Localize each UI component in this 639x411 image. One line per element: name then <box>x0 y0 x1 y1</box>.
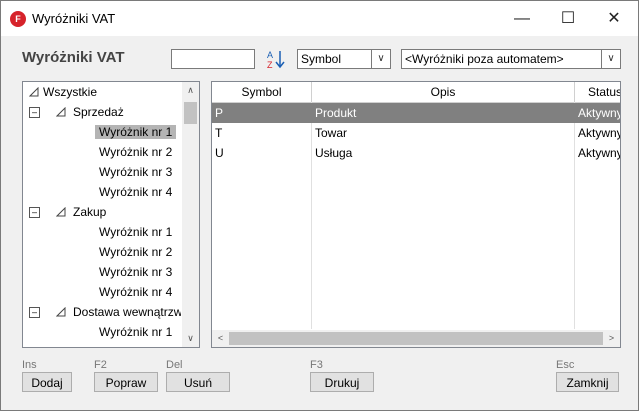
svg-text:Z: Z <box>267 60 273 70</box>
cell-symbol: U <box>215 146 224 160</box>
tree-item-label: Wszystkie <box>43 85 97 99</box>
cell-opis: Towar <box>315 126 348 140</box>
maximize-button[interactable]: ☐ <box>545 1 591 36</box>
tree-group-intra-community[interactable]: – Dostawa wewnątrzwsp <box>29 302 181 322</box>
cell-status: Aktywny <box>578 106 620 120</box>
hotkey-hint-close: Esc <box>556 359 575 371</box>
scroll-left-icon[interactable]: < <box>212 330 229 347</box>
close-button[interactable]: Zamknij <box>556 372 619 392</box>
close-icon: ✕ <box>607 10 621 27</box>
app-logo-icon: F <box>10 11 26 27</box>
svg-text:A: A <box>267 50 273 60</box>
tree-item[interactable]: Wyróżnik nr 1 <box>99 222 172 242</box>
search-input[interactable] <box>171 49 255 69</box>
collapse-icon[interactable]: – <box>29 307 40 318</box>
expanded-triangle-icon[interactable] <box>29 87 39 97</box>
tree-item[interactable]: Wyróżnik nr 2 <box>99 142 172 162</box>
print-button[interactable]: Drukuj <box>310 372 374 392</box>
chevron-down-icon[interactable]: ∨ <box>601 50 620 68</box>
tree-item-label: Wyróżnik nr 1 <box>95 125 177 139</box>
delete-button[interactable]: Usuń <box>166 372 230 392</box>
tree-item-label: Dostawa wewnątrzwsp <box>73 305 181 319</box>
tree-group-purchase[interactable]: – Zakup <box>29 202 189 222</box>
filter-select[interactable]: <Wyróżniki poza automatem> ∨ <box>401 49 621 69</box>
category-tree[interactable]: Wszystkie – Sprzedaż Wyróżnik nr 1 Wyróż… <box>22 81 200 348</box>
tree-item-label: Wyróżnik nr 3 <box>99 165 173 179</box>
minimize-button[interactable]: — <box>499 1 545 36</box>
table-header: Symbol Opis Status <box>212 82 620 103</box>
tree-item[interactable]: Wyróżnik nr 4 <box>99 182 172 202</box>
minimize-icon: — <box>514 10 530 27</box>
sort-az-icon[interactable]: A Z <box>265 48 287 70</box>
window-title: Wyróżniki VAT <box>32 11 116 26</box>
tree-item[interactable]: Wyróżnik nr 3 <box>99 162 172 182</box>
close-window-button[interactable]: ✕ <box>591 1 637 36</box>
cell-status: Aktywny <box>578 146 620 160</box>
expanded-triangle-icon[interactable] <box>56 207 66 217</box>
chevron-down-icon[interactable]: ∨ <box>371 50 390 68</box>
hotkey-hint-add: Ins <box>22 359 37 371</box>
table-row[interactable]: T Towar Aktywny <box>212 123 620 143</box>
collapse-icon[interactable]: – <box>29 107 40 118</box>
column-header-status[interactable]: Status <box>575 82 620 102</box>
cell-opis: Produkt <box>315 106 357 120</box>
expanded-triangle-icon[interactable] <box>56 307 66 317</box>
tree-item-label: Wyróżnik nr 4 <box>99 285 173 299</box>
cell-opis: Usługa <box>315 146 353 160</box>
table-horizontal-scrollbar[interactable]: < > <box>212 330 620 347</box>
add-button[interactable]: Dodaj <box>22 372 72 392</box>
hotkey-hint-edit: F2 <box>94 359 107 371</box>
sort-field-select[interactable]: Symbol ∨ <box>297 49 391 69</box>
tree-item-label: Sprzedaż <box>73 105 124 119</box>
tree-item[interactable]: Wyróżnik nr 1 <box>95 122 177 142</box>
tree-item-label: Zakup <box>73 205 107 219</box>
hotkey-hint-print: F3 <box>310 359 323 371</box>
sort-field-value: Symbol <box>301 52 342 66</box>
column-header-symbol[interactable]: Symbol <box>212 82 312 102</box>
dialog-window: F Wyróżniki VAT — ☐ ✕ Wyróżniki VAT A Z … <box>0 0 639 411</box>
table-row[interactable]: P Produkt Aktywny <box>212 103 620 123</box>
table-row[interactable]: U Usługa Aktywny <box>212 143 620 163</box>
tree-item-label: Wyróżnik nr 1 <box>99 225 173 239</box>
maximize-icon: ☐ <box>560 10 576 27</box>
tree-item-label: Wyróżnik nr 2 <box>99 245 173 259</box>
tree-item[interactable]: Wyróżnik nr 2 <box>99 242 172 262</box>
cell-symbol: T <box>215 126 223 140</box>
cell-status: Aktywny <box>578 126 620 140</box>
tree-item[interactable]: Wyróżnik nr 1 <box>99 322 172 342</box>
title-bar[interactable]: F Wyróżniki VAT — ☐ ✕ <box>1 1 638 36</box>
scroll-up-icon[interactable]: ∧ <box>182 82 199 99</box>
tree-item[interactable]: Wyróżnik nr 3 <box>99 262 172 282</box>
cell-symbol: P <box>215 106 224 120</box>
edit-button[interactable]: Popraw <box>94 372 158 392</box>
filter-value: <Wyróżniki poza automatem> <box>405 52 564 66</box>
tree-item-label: Wyróżnik nr 1 <box>99 325 173 339</box>
page-title: Wyróżniki VAT <box>22 49 125 66</box>
collapse-icon[interactable]: – <box>29 207 40 218</box>
tree-group-sales[interactable]: – Sprzedaż <box>29 102 189 122</box>
vat-markers-table[interactable]: Symbol Opis Status P Produkt Aktywny T T… <box>211 81 621 348</box>
column-header-opis[interactable]: Opis <box>312 82 575 102</box>
scroll-down-icon[interactable]: ∨ <box>182 330 199 347</box>
tree-item-label: Wyróżnik nr 3 <box>99 265 173 279</box>
scrollbar-thumb[interactable] <box>229 332 603 345</box>
scroll-right-icon[interactable]: > <box>603 330 620 347</box>
expanded-triangle-icon[interactable] <box>56 107 66 117</box>
tree-vertical-scrollbar[interactable]: ∧ ∨ <box>182 82 199 347</box>
tree-item-label: Wyróżnik nr 4 <box>99 185 173 199</box>
tree-item[interactable]: Wyróżnik nr 4 <box>99 282 172 302</box>
hotkey-hint-delete: Del <box>166 359 183 371</box>
tree-item-label: Wyróżnik nr 2 <box>99 145 173 159</box>
scrollbar-thumb[interactable] <box>184 102 197 124</box>
